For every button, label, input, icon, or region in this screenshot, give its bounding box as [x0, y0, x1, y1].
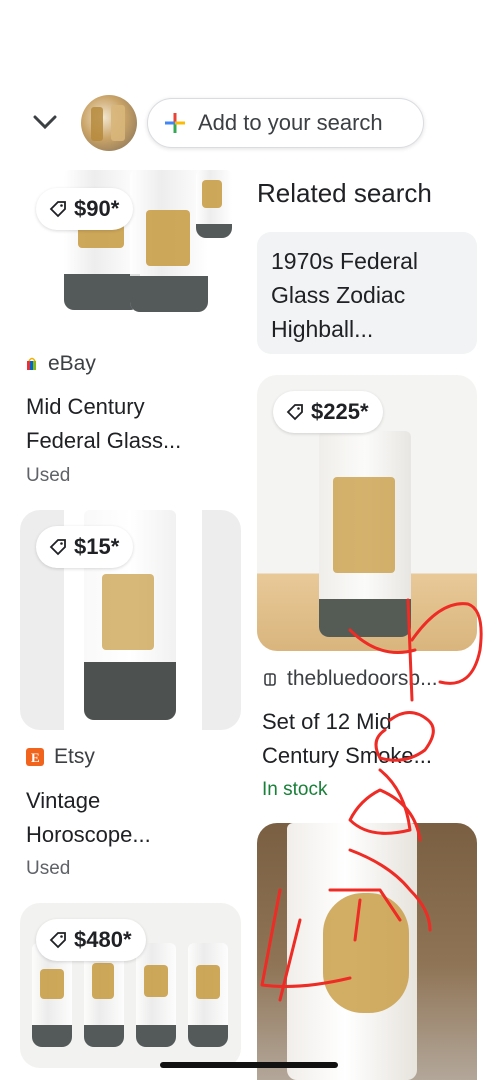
- price: $225*: [311, 399, 369, 424]
- tag-icon: [286, 404, 303, 421]
- store-icon: [264, 673, 276, 686]
- price: $15*: [74, 534, 120, 559]
- glass-image: [287, 823, 417, 1080]
- chevron-down-icon: [33, 115, 57, 130]
- related-search-heading: Related search: [257, 178, 432, 208]
- source-name: eBay: [48, 352, 96, 375]
- product-title[interactable]: Vintage Horoscope...: [26, 784, 241, 852]
- price-tag: $90*: [36, 188, 134, 230]
- condition-label: Used: [26, 465, 71, 486]
- source-name: Etsy: [54, 745, 95, 768]
- ebay-icon: [27, 357, 36, 370]
- source-name: thebluedoorsb...: [287, 667, 438, 690]
- svg-text:E: E: [31, 750, 40, 765]
- product-image[interactable]: [257, 823, 477, 1080]
- related-search-chip[interactable]: 1970s Federal Glass Zodiac Highball...: [257, 232, 477, 354]
- glass-image: [319, 431, 411, 637]
- source-row: eBay: [26, 352, 96, 376]
- product-title[interactable]: Set of 12 Mid Century Smoke...: [262, 705, 477, 773]
- product-title[interactable]: Mid Century Federal Glass...: [26, 390, 241, 458]
- plus-icon: [165, 113, 185, 133]
- add-to-search-label: Add to your search: [198, 110, 383, 135]
- price: $90*: [74, 196, 120, 221]
- price-tag: $15*: [36, 526, 134, 568]
- etsy-icon: E: [26, 748, 44, 766]
- stock-status: In stock: [262, 779, 328, 800]
- price-tag: $480*: [36, 919, 146, 961]
- tag-icon: [49, 932, 66, 949]
- collapse-chevron-button[interactable]: [30, 108, 60, 138]
- search-image-thumbnail[interactable]: [81, 95, 137, 151]
- condition-label: Used: [26, 858, 71, 879]
- tag-icon: [49, 539, 66, 556]
- tag-icon: [49, 201, 66, 218]
- home-indicator[interactable]: [160, 1062, 338, 1068]
- add-to-search-button[interactable]: Add to your search: [147, 98, 424, 148]
- price-tag: $225*: [273, 391, 383, 433]
- glass-image: [196, 170, 232, 238]
- price: $480*: [74, 927, 132, 952]
- source-row: thebluedoorsb...: [263, 667, 438, 691]
- source-row: E Etsy: [26, 745, 95, 769]
